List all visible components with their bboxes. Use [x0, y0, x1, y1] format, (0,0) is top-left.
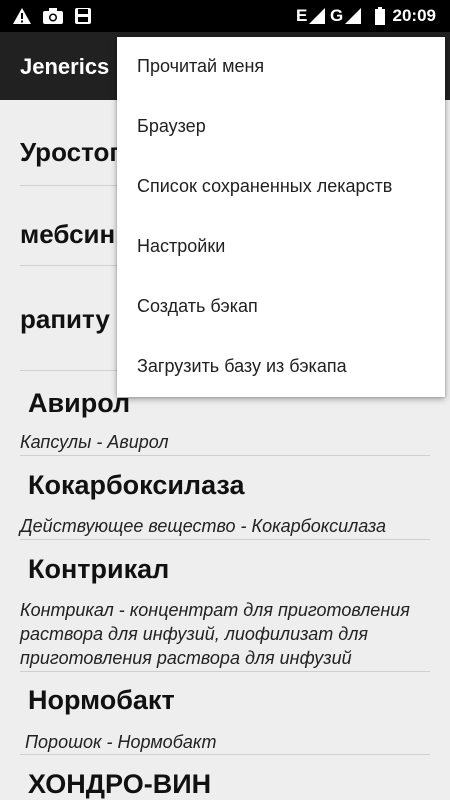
- status-bar: E G 20:09: [0, 0, 450, 32]
- drug-name: Нормобакт: [28, 685, 175, 715]
- search-history-label: Уростоп: [20, 137, 126, 167]
- drug-description: Капсулы - Авирол: [20, 432, 169, 452]
- camera-icon: [43, 8, 63, 24]
- drug-name: Кокарбоксилаза: [28, 470, 245, 500]
- drug-name: Авирол: [28, 388, 131, 418]
- drug-description: Контрикал - концентрат для приготовления…: [20, 600, 410, 668]
- drug-list-item[interactable]: Нормобакт Порошок - Нормобакт: [20, 671, 430, 755]
- battery-icon: [375, 7, 385, 25]
- overflow-menu: Прочитай меня Браузер Список сохраненных…: [117, 37, 445, 397]
- drug-name: Контрикал: [28, 554, 170, 584]
- drug-name: ХОНДРО-ВИН: [28, 769, 212, 799]
- sd-card-icon: [75, 8, 91, 24]
- menu-item-settings[interactable]: Настройки: [117, 217, 445, 277]
- drug-list-item[interactable]: Кокарбоксилаза Действующее вещество - Ко…: [20, 455, 430, 540]
- menu-item-label: Загрузить базу из бэкапа: [137, 356, 347, 376]
- clock: 20:09: [392, 6, 436, 25]
- roaming-label: G: [330, 6, 344, 25]
- warning-icon: [13, 8, 31, 24]
- drug-description: Действующее вещество - Кокарбоксилаза: [20, 516, 387, 536]
- menu-item-label: Прочитай меня: [137, 56, 265, 76]
- search-history-label: мебсин: [20, 219, 116, 249]
- menu-item-label: Создать бэкап: [137, 296, 258, 316]
- menu-item-label: Настройки: [137, 236, 226, 256]
- menu-item-saved-drugs[interactable]: Список сохраненных лекарств: [117, 157, 445, 217]
- signal-icon: [345, 8, 361, 24]
- drug-list-item[interactable]: Контрикал Контрикал - концентрат для при…: [20, 539, 430, 672]
- menu-item-readme[interactable]: Прочитай меня: [117, 37, 445, 97]
- menu-item-label: Список сохраненных лекарств: [137, 176, 393, 196]
- search-history-label: рапиту: [20, 304, 110, 334]
- signal-icon: [309, 8, 325, 24]
- menu-item-label: Браузер: [137, 116, 206, 136]
- drug-list-item[interactable]: ХОНДРО-ВИН: [20, 754, 430, 800]
- network-type-label: E: [296, 6, 308, 25]
- app-title: Jenerics: [20, 54, 110, 79]
- menu-item-browser[interactable]: Браузер: [117, 97, 445, 157]
- menu-item-restore-backup[interactable]: Загрузить базу из бэкапа: [117, 337, 445, 397]
- drug-description: Порошок - Нормобакт: [25, 732, 217, 752]
- menu-item-create-backup[interactable]: Создать бэкап: [117, 277, 445, 337]
